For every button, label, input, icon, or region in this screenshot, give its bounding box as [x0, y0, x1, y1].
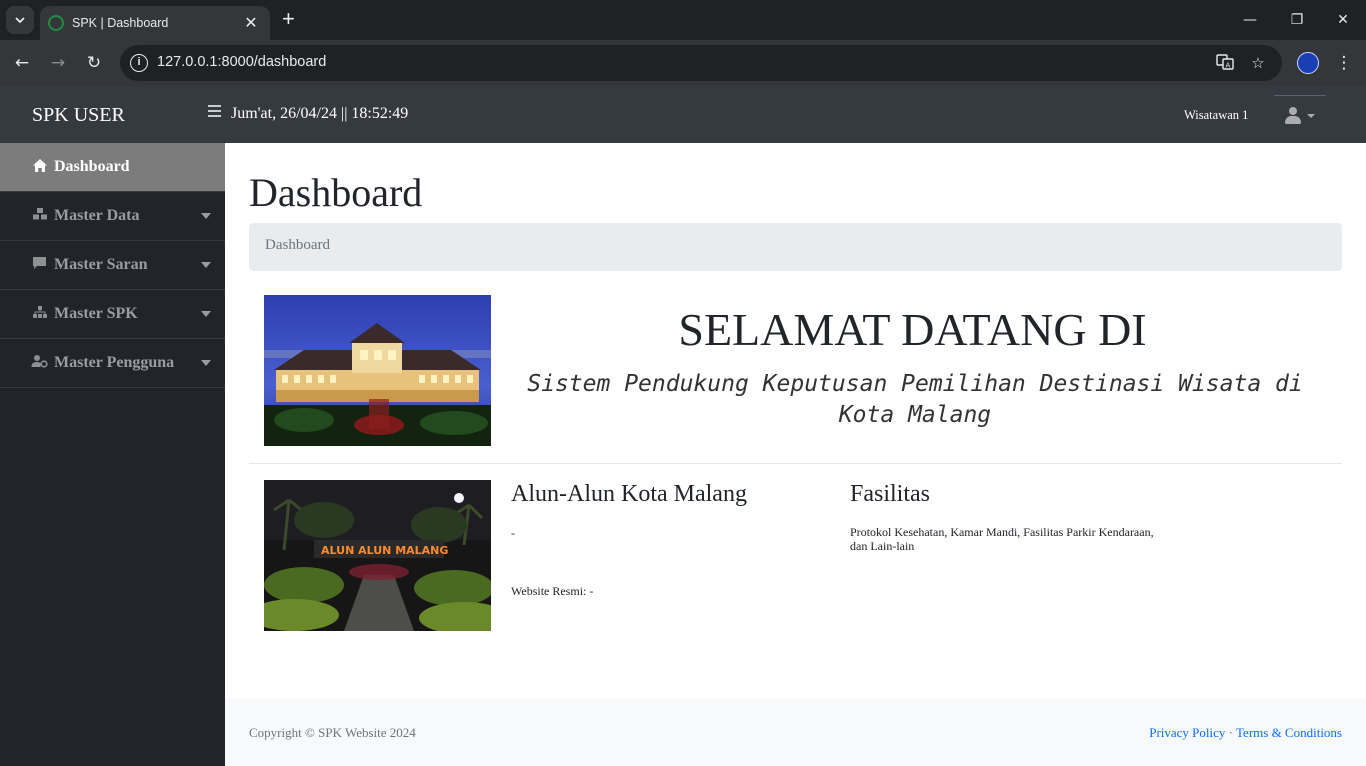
breadcrumb: Dashboard [249, 223, 1342, 271]
user-menu-dropdown[interactable] [1274, 95, 1326, 135]
bookmark-star-icon[interactable]: ☆ [1248, 53, 1268, 73]
caret-down-icon [201, 311, 211, 317]
url-text[interactable]: 127.0.0.1:8000/dashboard [157, 54, 326, 70]
chevron-down-icon [15, 17, 25, 24]
browser-tab[interactable]: SPK | Dashboard ✕ [40, 6, 270, 40]
section-divider [249, 463, 1342, 464]
forward-button[interactable]: → [46, 51, 70, 75]
footer-separator: · [1228, 725, 1233, 740]
close-window-button[interactable]: ✕ [1331, 8, 1355, 32]
city-hall-image [264, 295, 491, 446]
sidebar: Dashboard Master Data Master Saran Maste… [0, 143, 225, 766]
address-bar[interactable]: i 127.0.0.1:8000/dashboard A ☆ [120, 45, 1282, 81]
app-topbar: SPK USER Jum'at, 26/04/24 || 18:52:49 Wi… [0, 86, 1366, 143]
back-button[interactable]: ← [10, 51, 34, 75]
destination-description: - [511, 526, 515, 540]
page-title: Dashboard [249, 170, 423, 215]
caret-down-icon [201, 360, 211, 366]
tab-close-icon[interactable]: ✕ [242, 13, 260, 33]
copyright-text: Copyright © SPK Website 2024 [249, 725, 416, 740]
translate-icon[interactable]: A [1215, 53, 1235, 73]
sidebar-item-master-pengguna[interactable]: Master Pengguna [0, 339, 225, 388]
facilities-text: Protokol Kesehatan, Kamar Mandi, Fasilit… [850, 525, 1154, 553]
sitemap-icon [31, 305, 48, 323]
breadcrumb-item: Dashboard [265, 237, 330, 253]
sidebar-item-master-saran[interactable]: Master Saran [0, 241, 225, 290]
sidebar-item-dashboard[interactable]: Dashboard [0, 143, 225, 192]
main-content: Dashboard Dashboard SELAMAT DATANG DI Si… [225, 143, 1366, 699]
favicon-icon [48, 15, 64, 31]
destination-name: Alun-Alun Kota Malang [511, 481, 747, 507]
caret-down-icon [201, 262, 211, 268]
sidebar-toggle-icon[interactable] [208, 105, 222, 119]
sidebar-item-label: Master Pengguna [54, 354, 175, 371]
facilities-title: Fasilitas [850, 481, 931, 507]
brand-title[interactable]: SPK USER [32, 104, 125, 127]
sidebar-item-label: Master Data [54, 207, 140, 224]
sidebar-item-label: Dashboard [54, 158, 130, 175]
reload-button[interactable]: ↻ [82, 51, 106, 75]
caret-down-icon [1307, 113, 1315, 118]
new-tab-button[interactable]: + [282, 8, 295, 30]
svg-text:A: A [1226, 62, 1231, 70]
browser-toolbar: ← → ↻ i 127.0.0.1:8000/dashboard A ☆ ⋮ [0, 40, 1366, 86]
user-name: Wisatawan 1 [1184, 108, 1249, 122]
site-info-icon[interactable]: i [130, 54, 148, 72]
browser-menu-icon[interactable]: ⋮ [1334, 51, 1354, 75]
tab-search-button[interactable] [6, 6, 34, 34]
footer-links: Privacy Policy · Terms & Conditions [1149, 725, 1342, 741]
caret-down-icon [201, 213, 211, 219]
terms-link[interactable]: Terms & Conditions [1236, 725, 1342, 740]
destination-image: ALUN ALUN MALANG [264, 480, 491, 631]
welcome-title: SELAMAT DATANG DI [678, 304, 1147, 355]
comment-icon [31, 256, 48, 274]
sidebar-item-label: Master Saran [54, 256, 148, 273]
users-cog-icon [31, 354, 48, 372]
restore-button[interactable]: ❐ [1285, 8, 1309, 32]
privacy-policy-link[interactable]: Privacy Policy [1149, 725, 1225, 740]
home-icon [31, 158, 48, 177]
sidebar-item-master-data[interactable]: Master Data [0, 192, 225, 241]
sidebar-item-master-spk[interactable]: Master SPK [0, 290, 225, 339]
welcome-subtitle: Sistem Pendukung Keputusan Pemilihan Des… [527, 371, 1303, 428]
browser-tabstrip: SPK | Dashboard ✕ + — ❐ ✕ [0, 0, 1366, 40]
cubes-icon [31, 207, 48, 225]
user-icon [1285, 107, 1301, 124]
sign-text: ALUN ALUN MALANG [321, 544, 448, 557]
destination-website: Website Resmi: - [511, 584, 594, 598]
footer: Copyright © SPK Website 2024 Privacy Pol… [225, 699, 1366, 766]
datetime-display: Jum'at, 26/04/24 || 18:52:49 [231, 105, 409, 122]
minimize-button[interactable]: — [1238, 8, 1262, 32]
sidebar-item-label: Master SPK [54, 305, 138, 322]
profile-avatar-icon[interactable] [1297, 52, 1319, 74]
tab-title: SPK | Dashboard [72, 16, 169, 30]
